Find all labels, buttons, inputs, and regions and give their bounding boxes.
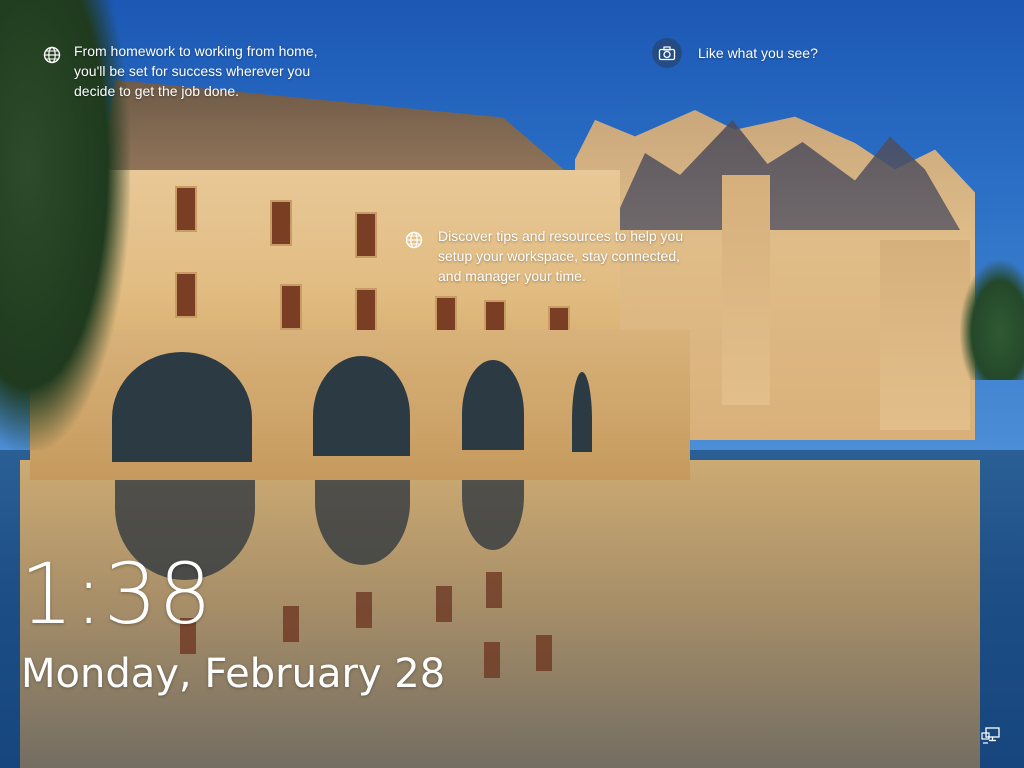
spotlight-hotspot-tips[interactable]: Discover tips and resources to help you …	[400, 226, 683, 286]
hotspot-tips-text[interactable]: Discover tips and resources to help you …	[438, 226, 683, 286]
castle-window	[270, 200, 292, 246]
reflection-window	[484, 642, 500, 678]
reflection-window	[283, 606, 299, 642]
like-what-you-see-hotspot[interactable]: Like what you see?	[652, 38, 818, 68]
reflection-window	[536, 635, 552, 671]
castle-window	[280, 284, 302, 330]
globe-icon[interactable]	[400, 226, 428, 254]
distant-trees	[960, 260, 1024, 380]
castle-tower	[880, 240, 970, 430]
castle-window	[355, 212, 377, 258]
castle-window	[175, 186, 197, 232]
castle-tower	[722, 175, 770, 405]
like-what-you-see-text[interactable]: Like what you see?	[698, 43, 818, 63]
lock-screen-time: 1:38	[20, 545, 213, 643]
castle-window	[175, 272, 197, 318]
reflection-window	[436, 586, 452, 622]
globe-icon[interactable]	[38, 41, 66, 69]
castle-window	[355, 288, 377, 334]
reflection-window	[356, 592, 372, 628]
spotlight-hotspot-homework[interactable]: From homework to working from home, you'…	[38, 41, 318, 101]
lock-screen[interactable]: From homework to working from home, you'…	[0, 0, 1024, 768]
hotspot-homework-text[interactable]: From homework to working from home, you'…	[74, 41, 318, 101]
camera-icon[interactable]	[652, 38, 682, 68]
lock-screen-date: Monday, February 28	[21, 651, 446, 697]
network-monitor-icon[interactable]	[980, 726, 1002, 746]
reflection-window	[486, 572, 502, 608]
